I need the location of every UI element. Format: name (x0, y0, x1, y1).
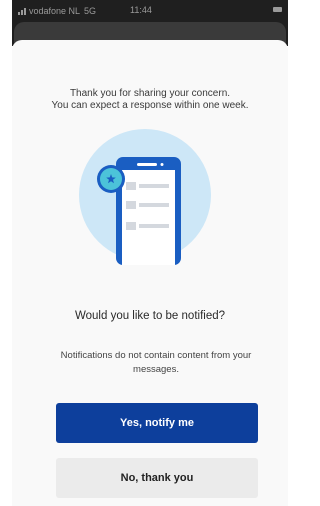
notify-question: Would you like to be notified? (74, 310, 226, 322)
thanks-message: Thank you for sharing your concern. You … (12, 88, 288, 112)
phone-chat-illustration-icon (79, 129, 211, 265)
signal-bars-icon (18, 7, 26, 15)
status-bar: vodafone NL 5G 11:44 (12, 0, 288, 22)
yes-notify-button[interactable]: Yes, notify me (56, 403, 258, 443)
thanks-line-2: You can expect a response within one wee… (51, 100, 249, 111)
no-thanks-button[interactable]: No, thank you (56, 458, 258, 498)
battery-icon (273, 7, 282, 12)
network-type: 5G (84, 6, 97, 16)
screen: vodafone NL 5G 11:44 Thank you for shari… (0, 0, 288, 506)
thanks-line-1: Thank you for sharing your concern. (69, 88, 231, 99)
status-time: 11:44 (130, 5, 152, 15)
notification-info: Notifications do not contain content fro… (60, 350, 252, 375)
carrier-name: vodafone NL (29, 6, 81, 16)
